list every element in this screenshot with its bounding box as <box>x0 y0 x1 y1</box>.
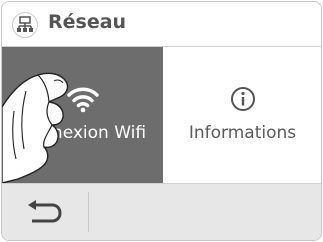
back-button[interactable] <box>12 192 76 232</box>
info-icon <box>230 87 255 111</box>
wifi-tile-label: Connexion Wifi <box>18 123 147 143</box>
footer-bar <box>2 183 321 240</box>
footer-divider <box>88 192 89 232</box>
page-title: Réseau <box>48 11 127 33</box>
network-icon <box>12 12 38 38</box>
header: Réseau <box>2 2 321 47</box>
wifi-icon <box>66 87 99 113</box>
wifi-connection-tile[interactable]: Connexion Wifi <box>2 47 163 183</box>
informations-tile-label: Informations <box>188 123 297 143</box>
back-arrow-icon <box>28 200 62 223</box>
screen-frame: Réseau Connexion Wifi Informations <box>1 1 322 241</box>
informations-tile[interactable]: Informations <box>164 47 321 183</box>
